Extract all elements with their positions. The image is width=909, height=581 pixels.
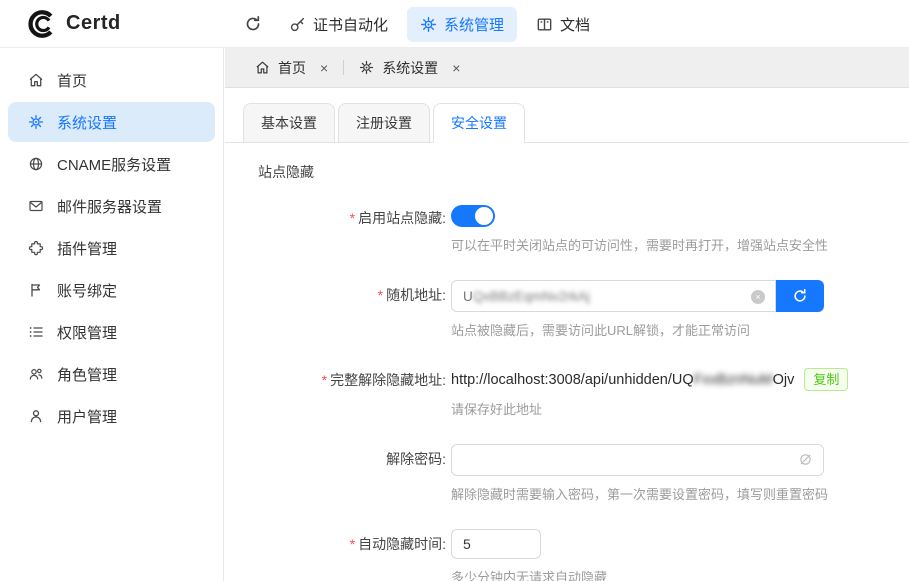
sidebar-item-label: 插件管理 [57, 238, 117, 259]
random-address-value-censored: QxBBzEqmNv2rkAj [473, 289, 590, 304]
sidebar-item-label: 账号绑定 [57, 280, 117, 301]
page-tab-system-settings[interactable]: 系统设置 × [359, 58, 460, 78]
sidebar-item-label: 邮件服务器设置 [57, 196, 162, 217]
sidebar-item-label: 权限管理 [57, 322, 117, 343]
nav-item-label: 系统管理 [444, 14, 504, 35]
random-address-value-visible: U [463, 289, 473, 304]
field-helper: 可以在平时关闭站点的可访问性，需要时再打开，增强站点安全性 [451, 235, 828, 254]
nav-item-docs[interactable]: 文档 [523, 7, 603, 42]
tab-basic-settings[interactable]: 基本设置 [243, 103, 335, 143]
field-helper: 站点被隐藏后，需要访问此URL解锁，才能正常访问 [451, 320, 824, 339]
field-label: *完整解除隐藏地址: [225, 365, 446, 418]
book-icon [536, 16, 553, 33]
top-nav: 证书自动化 系统管理 [236, 0, 603, 48]
required-mark: * [350, 210, 355, 226]
page-tab-home[interactable]: 首页 × [255, 58, 328, 78]
close-icon[interactable]: × [320, 61, 328, 75]
list-icon [28, 324, 44, 340]
page-tab-label: 首页 [278, 58, 306, 78]
sidebar-item-system-settings[interactable]: 系统设置 [8, 102, 215, 142]
sidebar-item-role-management[interactable]: 角色管理 [8, 354, 215, 394]
flag-icon [28, 282, 44, 298]
unhide-url-suffix: Ojv [773, 372, 795, 388]
sidebar-item-account-binding[interactable]: 账号绑定 [8, 270, 215, 310]
home-icon [255, 60, 270, 75]
required-mark: * [322, 372, 327, 388]
sidebar-item-label: 角色管理 [57, 364, 117, 385]
tab-security-settings[interactable]: 安全设置 [433, 103, 525, 143]
copy-button[interactable]: 复制 [804, 368, 848, 391]
eye-invisible-icon[interactable] [798, 452, 813, 467]
field-label: *启用站点隐藏: [225, 203, 446, 254]
field-label: *自动隐藏时间: [225, 529, 446, 581]
refresh-button[interactable] [236, 7, 270, 41]
app-logo: Certd [26, 9, 121, 39]
tab-register-settings[interactable]: 注册设置 [338, 103, 430, 143]
regenerate-address-button[interactable] [776, 280, 824, 312]
settings-tabs: 基本设置 注册设置 安全设置 [225, 88, 909, 143]
nav-item-label: 证书自动化 [313, 14, 388, 35]
mail-icon [28, 198, 44, 214]
app-root: Certd 证书自动化 [0, 0, 909, 581]
nav-item-label: 文档 [560, 14, 590, 35]
required-mark: * [350, 536, 355, 552]
field-label: *随机地址: [225, 280, 446, 339]
form-row-enable-hide: *启用站点隐藏: 可以在平时关闭站点的可访问性，需要时再打开，增强站点安全性 [225, 203, 909, 254]
key-icon [289, 16, 306, 33]
sidebar-item-plugin-management[interactable]: 插件管理 [8, 228, 215, 268]
page-tab-label: 系统设置 [382, 58, 438, 78]
form-row-full-unhide-url: *完整解除隐藏地址: http://localhost:3008/api/unh… [225, 365, 909, 418]
sidebar-item-label: 系统设置 [57, 112, 117, 133]
content-area: 基本设置 注册设置 安全设置 站点隐藏 *启用站点隐藏: 可以在平时关闭站点的可… [225, 88, 909, 581]
enable-site-hide-toggle[interactable] [451, 205, 495, 227]
sidebar-item-label: CNAME服务设置 [57, 154, 171, 175]
tab-divider [343, 60, 344, 75]
refresh-icon [244, 15, 262, 33]
clear-circle-icon[interactable]: × [751, 290, 765, 304]
unhide-url-prefix: http://localhost:3008/api/unhidden/UQ [451, 372, 694, 388]
required-mark: * [378, 287, 383, 303]
close-icon[interactable]: × [452, 61, 460, 75]
field-helper: 请保存好此地址 [451, 399, 848, 418]
gear-icon [359, 60, 374, 75]
random-address-input[interactable]: UQxBBzEqmNv2rkAj × [451, 280, 776, 312]
sidebar-item-user-management[interactable]: 用户管理 [8, 396, 215, 436]
plugin-icon [28, 240, 44, 256]
field-helper: 多少分钟内无请求自动隐藏 [451, 567, 607, 581]
unhide-password-input[interactable] [451, 444, 824, 476]
toggle-knob [475, 207, 493, 225]
home-icon [28, 72, 44, 88]
security-settings-form: 站点隐藏 *启用站点隐藏: 可以在平时关闭站点的可访问性，需要时再打开，增强站点… [225, 143, 909, 581]
user-icon [28, 408, 44, 424]
section-title-site-hide: 站点隐藏 [258, 162, 909, 182]
page-tabbar: 首页 × 系统设置 × [225, 48, 909, 88]
gear-icon [28, 114, 44, 130]
nav-item-cert-automation[interactable]: 证书自动化 [276, 7, 401, 42]
form-row-unhide-password: 解除密码: 解除隐藏时需要输入密码，第一次需要设置密码，填写则重置密码 [225, 444, 909, 503]
form-row-random-address: *随机地址: UQxBBzEqmNv2rkAj × [225, 280, 909, 339]
sidebar-item-permission-management[interactable]: 权限管理 [8, 312, 215, 352]
sidebar-item-mail-server-settings[interactable]: 邮件服务器设置 [8, 186, 215, 226]
form-row-auto-hide-time: *自动隐藏时间: 多少分钟内无请求自动隐藏 [225, 529, 909, 581]
app-title: Certd [66, 12, 121, 35]
field-label: 解除密码: [225, 444, 446, 503]
certd-logo-icon [26, 9, 56, 39]
app-header: Certd 证书自动化 [0, 0, 909, 48]
sidebar-item-label: 首页 [57, 70, 87, 91]
sidebar-item-cname-settings[interactable]: CNAME服务设置 [8, 144, 215, 184]
refresh-icon [792, 288, 808, 304]
nav-item-system-management[interactable]: 系统管理 [407, 7, 517, 42]
sidebar-item-home[interactable]: 首页 [8, 60, 215, 100]
sidebar-item-label: 用户管理 [57, 406, 117, 427]
sidebar: 首页 系统设置 CNAME服务设置 [0, 48, 224, 581]
team-icon [28, 366, 44, 382]
globe-icon [28, 156, 44, 172]
field-helper: 解除隐藏时需要输入密码，第一次需要设置密码，填写则重置密码 [451, 484, 828, 503]
unhide-url-censored: FxxBznNuM [694, 372, 773, 388]
auto-hide-time-input[interactable] [451, 529, 541, 559]
gear-icon [420, 16, 437, 33]
